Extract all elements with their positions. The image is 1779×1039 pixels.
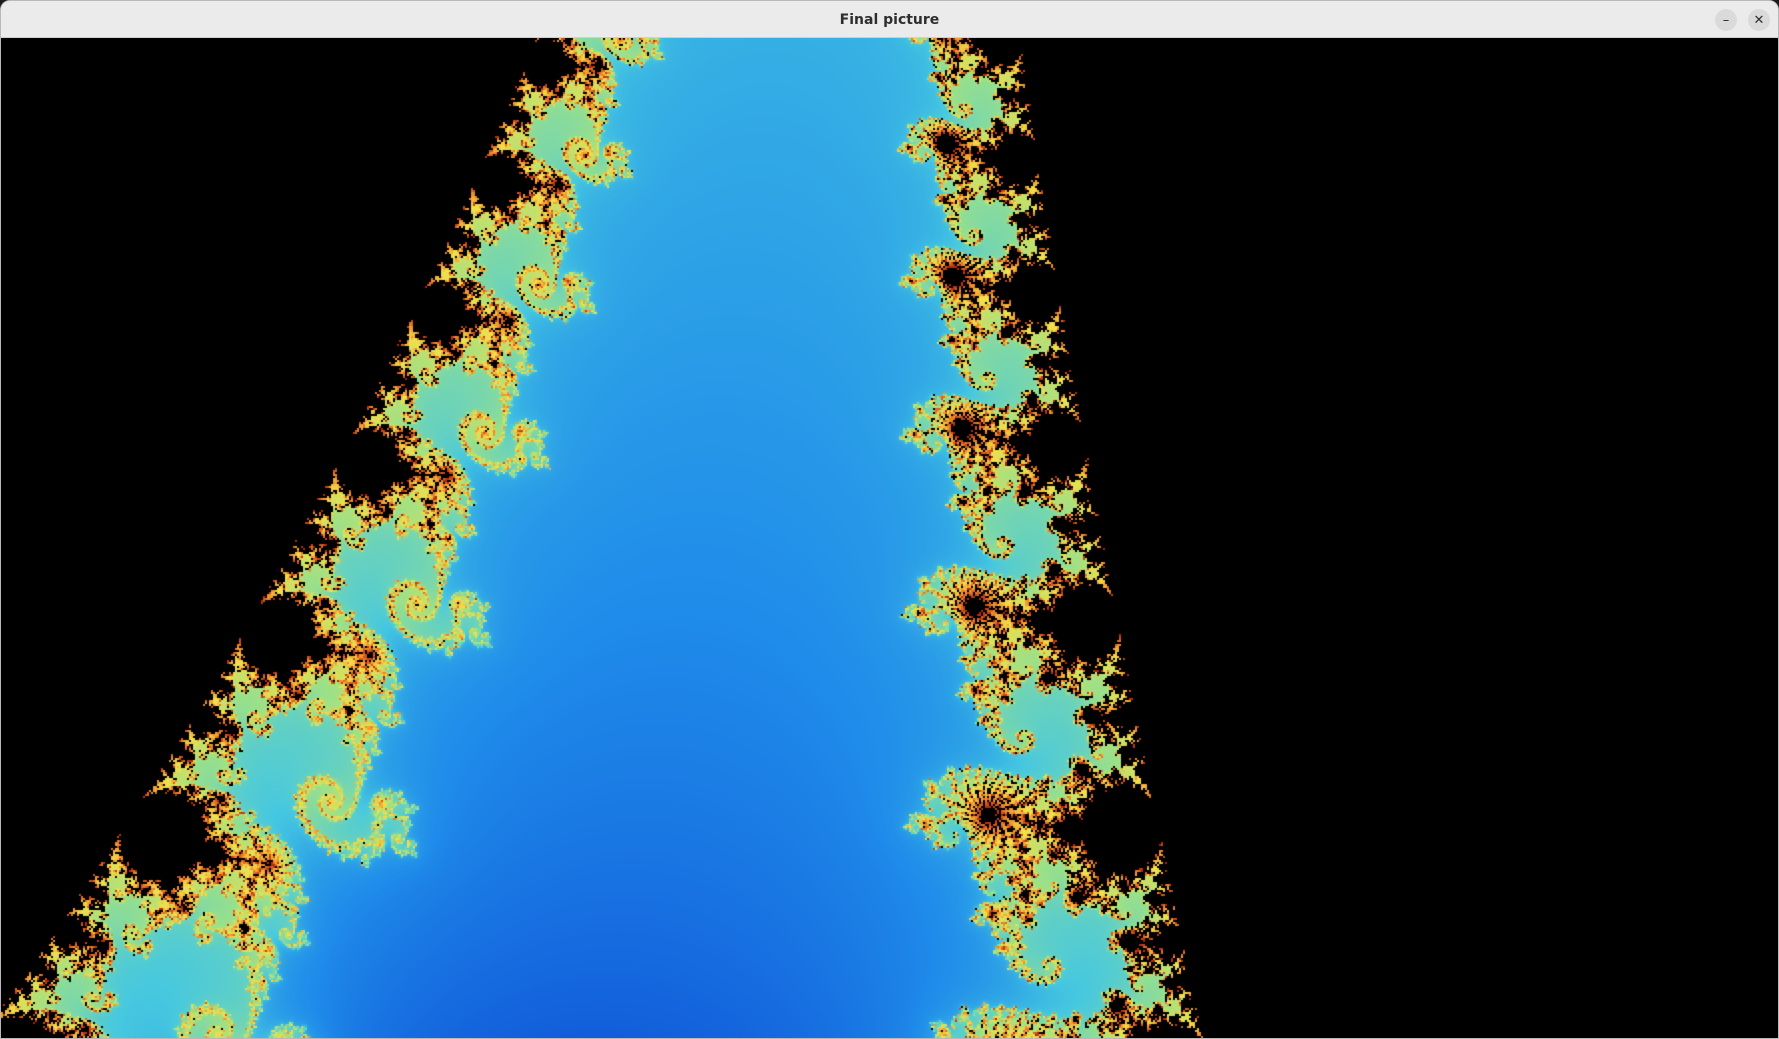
minimize-button[interactable]: –: [1715, 9, 1737, 31]
window-title: Final picture: [839, 12, 940, 28]
close-icon: ✕: [1753, 12, 1765, 28]
fractal-viewport[interactable]: [1, 38, 1778, 1038]
close-button[interactable]: ✕: [1748, 9, 1770, 31]
app-window: Final picture – ✕: [0, 0, 1779, 1039]
mandelbrot-canvas[interactable]: [1, 38, 1778, 1038]
minimize-icon: –: [1722, 12, 1730, 28]
title-bar[interactable]: Final picture – ✕: [1, 1, 1778, 38]
